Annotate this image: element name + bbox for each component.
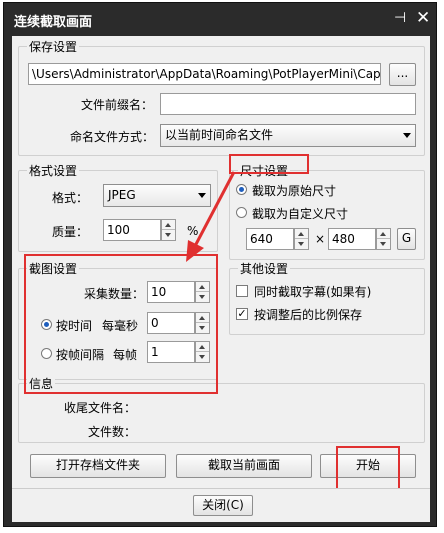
other-settings-group: 其他设置: [229, 260, 425, 335]
subtitle-label: 同时截取字幕(如果有): [254, 285, 372, 299]
pin-icon[interactable]: ⊣: [394, 10, 406, 26]
browse-button[interactable]: ...: [389, 63, 416, 86]
height-spinner[interactable]: [376, 228, 391, 250]
original-size-label: 截取为原始尺寸: [252, 184, 337, 198]
highlight-start-button: [336, 446, 400, 494]
quality-label: 质量：: [52, 225, 89, 239]
format-settings-legend: 格式设置: [27, 162, 80, 179]
quality-spinner[interactable]: [161, 219, 176, 241]
subtitle-checkbox[interactable]: [236, 285, 248, 297]
width-input[interactable]: 640: [246, 228, 294, 250]
prefix-label: 文件前缀名：: [81, 98, 154, 112]
file-count-label: 文件数：: [88, 425, 137, 439]
capture-current-button[interactable]: 截取当前画面: [176, 454, 312, 478]
annotation-arrow: [186, 171, 236, 262]
close-icon[interactable]: ✕: [416, 8, 430, 28]
spin-down-icon[interactable]: [162, 230, 175, 240]
prefix-input[interactable]: [160, 93, 416, 115]
spin-up-icon[interactable]: [295, 229, 308, 239]
custom-size-label: 截取为自定义尺寸: [252, 207, 349, 221]
aspect-label: 按调整后的比例保存: [254, 308, 363, 322]
spin-down-icon[interactable]: [295, 239, 308, 249]
naming-label: 命名文件方式：: [70, 130, 155, 144]
highlight-capture-group: [24, 254, 218, 394]
chevron-down-icon: [403, 133, 411, 138]
aspect-checkbox[interactable]: ✓: [236, 308, 248, 320]
spin-up-icon[interactable]: [377, 229, 390, 239]
dialog-body: 保存设置 \Users\Administrator\AppData\Roamin…: [12, 36, 430, 494]
title-bar: 连续截取画面 ⊣ ✕: [4, 3, 436, 35]
times-sign: ×: [315, 232, 326, 246]
capture-dialog: 连续截取画面 ⊣ ✕ 保存设置 \Users\Administrator\App…: [3, 2, 437, 527]
dialog-footer: 关闭(C): [12, 488, 430, 522]
format-label: 格式：: [52, 191, 89, 205]
close-button[interactable]: 关闭(C): [193, 495, 253, 516]
naming-select-value: 以当前时间命名文件: [165, 128, 274, 142]
spin-down-icon[interactable]: [377, 239, 390, 249]
save-settings-legend: 保存设置: [27, 38, 80, 55]
width-spinner[interactable]: [294, 228, 309, 250]
naming-select[interactable]: 以当前时间命名文件: [160, 124, 416, 147]
format-select-value: JPEG: [108, 188, 136, 202]
g-button[interactable]: G: [397, 228, 416, 250]
save-path-input[interactable]: \Users\Administrator\AppData\Roaming\Pot…: [28, 63, 381, 85]
height-input[interactable]: 480: [328, 228, 376, 250]
other-settings-legend: 其他设置: [238, 260, 291, 277]
open-folder-button[interactable]: 打开存档文件夹: [30, 454, 166, 478]
quality-input[interactable]: 100: [103, 219, 161, 241]
spin-up-icon[interactable]: [162, 220, 175, 230]
window-title: 连续截取画面: [14, 15, 93, 30]
last-file-label: 收尾文件名：: [64, 401, 137, 415]
